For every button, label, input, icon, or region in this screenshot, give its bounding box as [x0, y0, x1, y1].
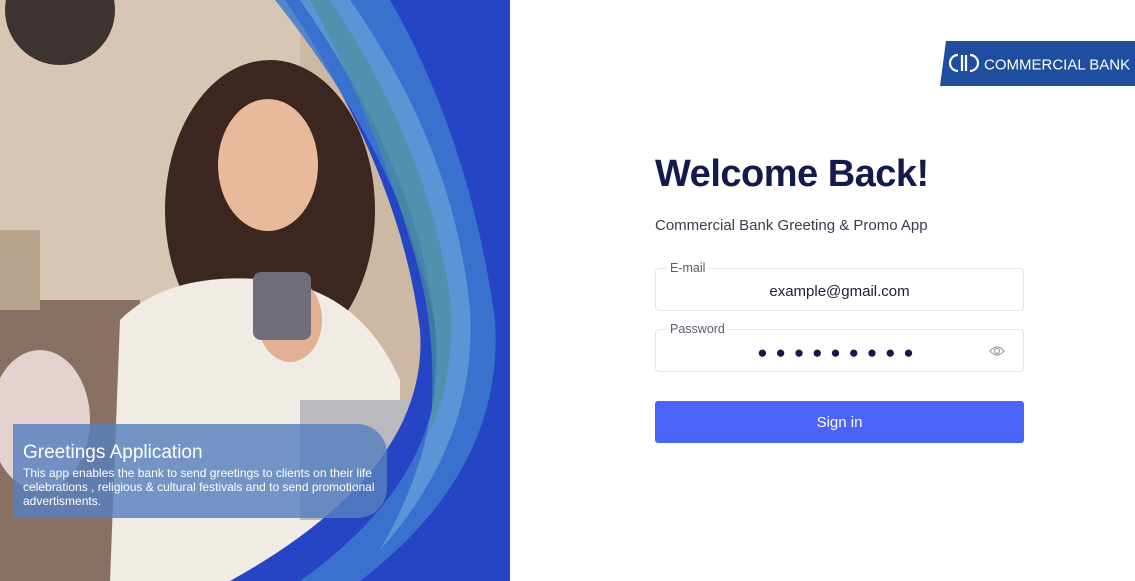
caption-title: Greetings Application: [23, 442, 203, 463]
logo-text: COMMERCIAL BANK: [984, 57, 1130, 74]
email-label: E-mail: [666, 261, 710, 275]
hero-caption: Greetings Application This app enables t…: [13, 424, 387, 518]
sign-in-button[interactable]: Sign in: [655, 401, 1024, 443]
password-field[interactable]: Password ●●●●●●●●●: [655, 322, 1024, 372]
caption-text: This app enables the bank to send greeti…: [23, 466, 375, 508]
page-title: Welcome Back!: [655, 153, 929, 195]
commercial-bank-logo: COMMERCIAL BANK: [940, 41, 1135, 86]
password-value[interactable]: ●●●●●●●●●: [656, 343, 1023, 363]
eye-icon[interactable]: [989, 344, 1005, 363]
hero-panel: Greetings Application This app enables t…: [0, 0, 510, 581]
password-label: Password: [666, 322, 729, 336]
page-subtitle: Commercial Bank Greeting & Promo App: [655, 217, 928, 234]
email-value[interactable]: example@gmail.com: [656, 283, 1023, 300]
email-field[interactable]: E-mail example@gmail.com: [655, 261, 1024, 311]
